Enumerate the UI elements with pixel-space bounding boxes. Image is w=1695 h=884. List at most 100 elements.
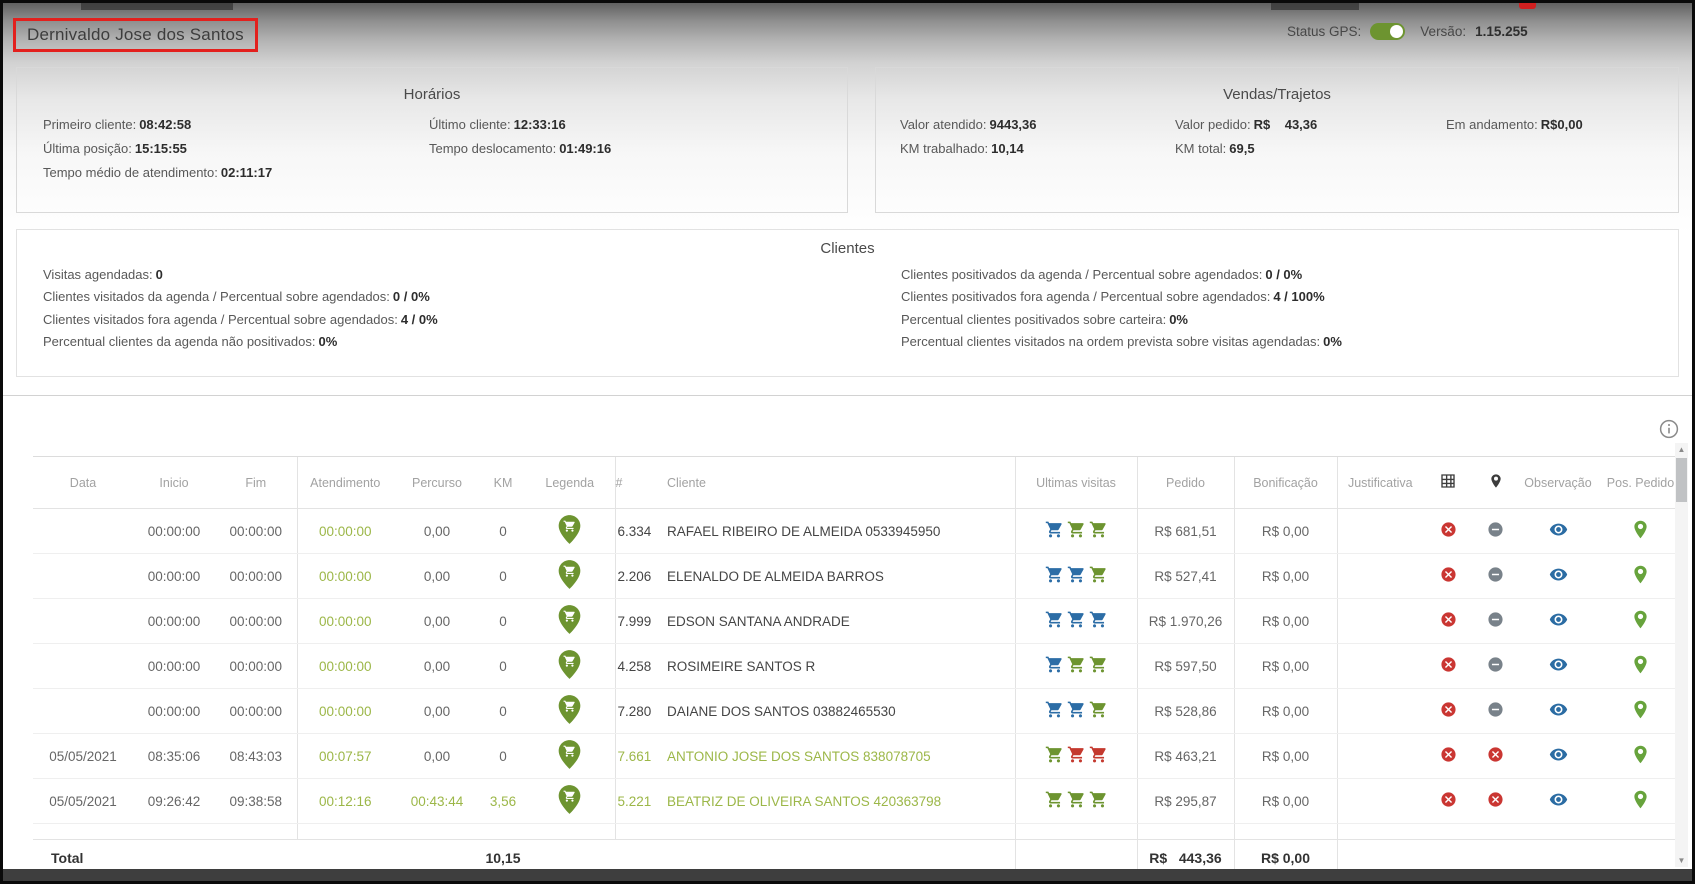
cart-icon[interactable] [1089,745,1108,764]
cell-percurso: 0,00 [393,599,481,644]
cell-ultimas-visitas [1015,689,1137,734]
cell-observacao [1518,779,1598,824]
cart-icon[interactable] [1045,610,1064,629]
map-pin-icon[interactable] [1630,564,1651,585]
cell-data [33,509,133,554]
cell-km: 0 [481,734,525,779]
cell-percurso: 0,00 [393,734,481,779]
eye-icon[interactable] [1549,520,1568,539]
cell-flag-1 [1423,779,1473,824]
col-observacao: Observação [1518,457,1598,509]
cart-icon[interactable] [1089,790,1108,809]
cancel-icon[interactable] [1440,521,1457,538]
eye-icon[interactable] [1549,745,1568,764]
cart-icon[interactable] [1067,700,1086,719]
cancel-icon[interactable] [1440,791,1457,808]
cart-icon[interactable] [1067,745,1086,764]
cart-icon[interactable] [1045,700,1064,719]
cell-bonificacao: R$ 0,00 [1234,509,1337,554]
minus-circle-icon[interactable] [1487,521,1504,538]
cell-num: 6.334 [615,509,658,554]
cancel-icon[interactable] [1440,566,1457,583]
eye-icon[interactable] [1549,655,1568,674]
cart-icon[interactable] [1045,745,1064,764]
cell-cliente[interactable]: ROSIMEIRE SANTOS R [658,644,1015,689]
cancel-icon[interactable] [1440,746,1457,763]
stat-visitas-agendadas: Visitas agendadas:0 [43,264,901,286]
cancel-icon[interactable] [1440,611,1457,628]
map-pin-icon[interactable] [1630,789,1651,810]
cell-observacao [1518,554,1598,599]
cart-pin-icon[interactable] [558,650,581,679]
map-pin-icon[interactable] [1630,654,1651,675]
cell-cliente[interactable]: EDSON SANTANA ANDRADE [658,599,1015,644]
map-pin-icon[interactable] [1630,699,1651,720]
map-pin-icon[interactable] [1630,744,1651,765]
cell-num: 7.999 [615,599,658,644]
eye-icon[interactable] [1549,610,1568,629]
scroll-up-arrow[interactable]: ▲ [1675,443,1688,456]
cart-pin-icon[interactable] [558,740,581,769]
cell-cliente[interactable]: RAFAEL RIBEIRO DE ALMEIDA 0533945950 [658,509,1015,554]
cancel-icon[interactable] [1487,746,1504,763]
eye-icon[interactable] [1549,700,1568,719]
minus-circle-icon[interactable] [1487,566,1504,583]
eye-icon[interactable] [1549,565,1568,584]
cart-icon[interactable] [1067,790,1086,809]
cell-cliente[interactable]: BEATRIZ DE OLIVEIRA SANTOS 420363798 [658,779,1015,824]
cell-fim: 08:43:03 [215,734,297,779]
cancel-icon[interactable] [1440,701,1457,718]
map-pin-icon[interactable] [1630,519,1651,540]
cart-icon[interactable] [1067,655,1086,674]
section-divider [3,395,1692,396]
cell-observacao [1518,734,1598,779]
col-grid [1423,457,1473,509]
scrollbar-thumb[interactable] [1676,458,1687,502]
card-horarios: Horários Primeiro cliente:08:42:58 Últim… [16,67,848,213]
col-atendimento: Atendimento [297,457,393,509]
cell-flag-1 [1423,509,1473,554]
cart-pin-icon[interactable] [558,515,581,544]
cart-icon[interactable] [1045,565,1064,584]
minus-circle-icon[interactable] [1487,611,1504,628]
cart-icon[interactable] [1089,520,1108,539]
cell-pos-pedido [1598,509,1683,554]
cell-legenda [525,509,615,554]
cell-km: 0 [481,689,525,734]
cancel-icon[interactable] [1440,656,1457,673]
cell-inicio: 00:00:00 [133,599,215,644]
info-icon[interactable] [1659,419,1679,439]
cell-flag-1 [1423,554,1473,599]
cell-cliente[interactable]: ELENALDO DE ALMEIDA BARROS [658,554,1015,599]
minus-circle-icon[interactable] [1487,701,1504,718]
cart-icon[interactable] [1045,520,1064,539]
cart-icon[interactable] [1089,565,1108,584]
cart-icon[interactable] [1067,520,1086,539]
cart-pin-icon[interactable] [558,785,581,814]
eye-icon[interactable] [1549,790,1568,809]
vertical-scrollbar[interactable]: ▲ ▼ [1675,443,1688,867]
cell-justificativa [1337,554,1423,599]
table-row: 00:00:00 00:00:00 00:00:00 0,00 0 2.206 … [33,554,1683,599]
cart-pin-icon[interactable] [558,605,581,634]
map-pin-icon[interactable] [1630,609,1651,630]
cart-pin-icon[interactable] [558,695,581,724]
scroll-down-arrow[interactable]: ▼ [1675,854,1688,867]
col-pin [1473,457,1518,509]
cart-icon[interactable] [1089,610,1108,629]
card-vendas-trajetos: Vendas/Trajetos Valor atendido:9443,36 V… [875,67,1679,213]
cell-cliente[interactable]: ANTONIO JOSE DOS SANTOS 838078705 [658,734,1015,779]
cell-cliente[interactable]: DAIANE DOS SANTOS 03882465530 [658,689,1015,734]
minus-circle-icon[interactable] [1487,656,1504,673]
col-justificativa: Justificativa [1337,457,1423,509]
cart-pin-icon[interactable] [558,560,581,589]
cart-icon[interactable] [1089,700,1108,719]
cart-icon[interactable] [1067,610,1086,629]
gps-toggle[interactable] [1370,23,1405,40]
cart-icon[interactable] [1089,655,1108,674]
cell-bonificacao: R$ 0,00 [1234,689,1337,734]
cart-icon[interactable] [1045,790,1064,809]
cart-icon[interactable] [1045,655,1064,674]
cart-icon[interactable] [1067,565,1086,584]
cancel-icon[interactable] [1487,791,1504,808]
